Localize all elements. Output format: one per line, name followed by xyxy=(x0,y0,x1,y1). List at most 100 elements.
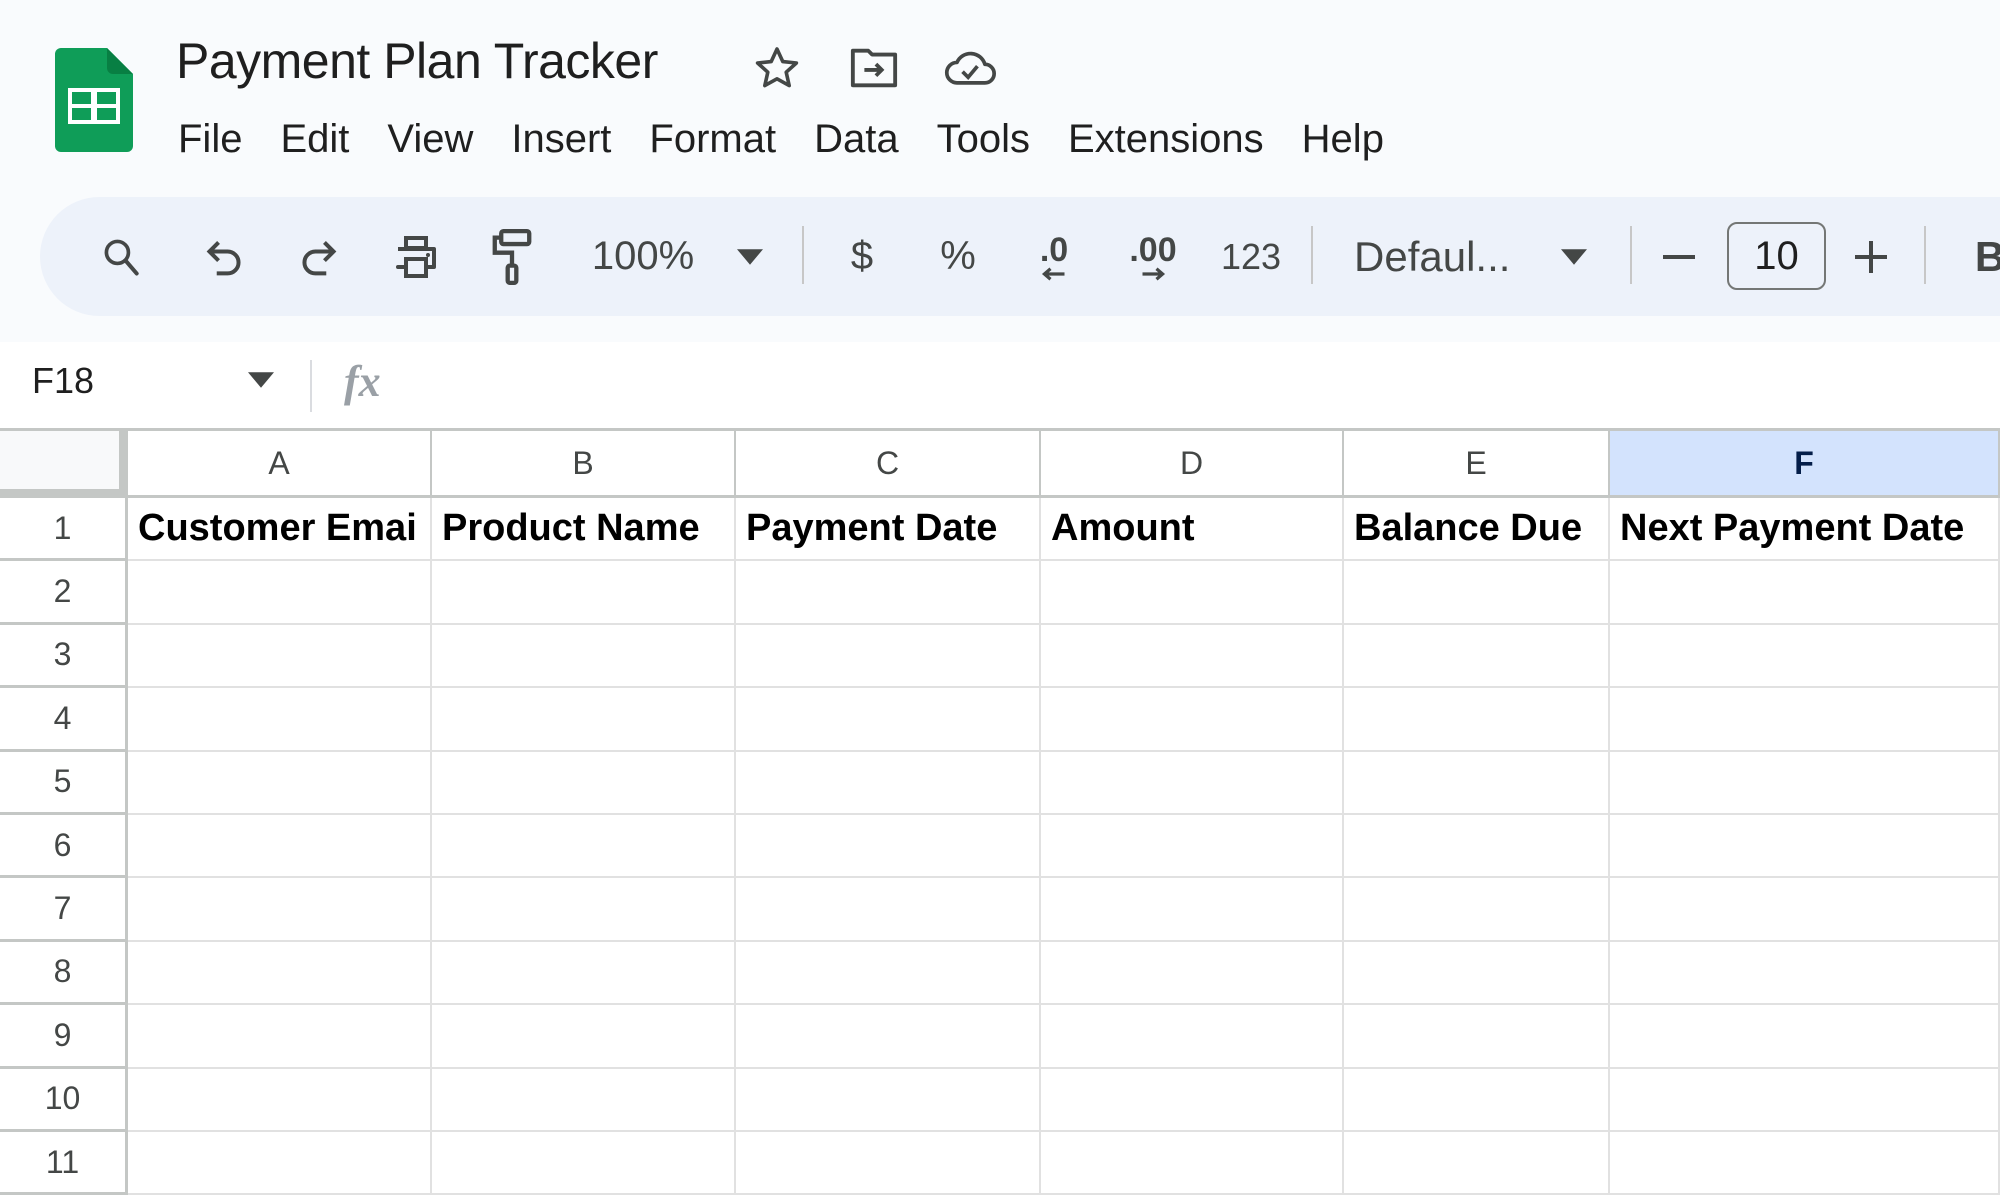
cell-b8[interactable] xyxy=(432,941,736,1006)
cell-a7[interactable] xyxy=(128,878,432,942)
row-header[interactable]: 5 xyxy=(0,751,128,815)
column-header-b[interactable]: B xyxy=(432,428,736,498)
cell-d6[interactable] xyxy=(1041,815,1344,879)
search-menus-button[interactable] xyxy=(94,197,150,316)
cell-f2[interactable] xyxy=(1610,561,2000,625)
menu-file[interactable]: File xyxy=(160,117,261,162)
format-percent-button[interactable]: % xyxy=(936,197,980,316)
cell-e7[interactable] xyxy=(1344,878,1610,942)
cell-f3[interactable] xyxy=(1610,624,2000,689)
cell-b3[interactable] xyxy=(432,624,736,689)
menu-data[interactable]: Data xyxy=(795,117,918,162)
row-header[interactable]: 11 xyxy=(0,1132,128,1196)
cell-c2[interactable] xyxy=(736,561,1041,625)
cell-d8[interactable] xyxy=(1041,941,1344,1006)
cell-c6[interactable] xyxy=(736,815,1041,879)
cell-f5[interactable] xyxy=(1610,751,2000,815)
cell-f7[interactable] xyxy=(1610,878,2000,942)
cell-b2[interactable] xyxy=(432,561,736,625)
cell-a11[interactable] xyxy=(128,1132,432,1196)
row-header[interactable]: 3 xyxy=(0,624,128,689)
menu-tools[interactable]: Tools xyxy=(918,117,1049,162)
cell-a1[interactable]: Customer Emai xyxy=(128,498,432,562)
column-header-e[interactable]: E xyxy=(1344,428,1610,498)
cell-a9[interactable] xyxy=(128,1005,432,1069)
menu-format[interactable]: Format xyxy=(630,117,795,162)
cell-d4[interactable] xyxy=(1041,688,1344,752)
cell-b6[interactable] xyxy=(432,815,736,879)
cell-c3[interactable] xyxy=(736,624,1041,689)
increase-font-size-button[interactable] xyxy=(1846,197,1896,316)
cell-c4[interactable] xyxy=(736,688,1041,752)
cell-d3[interactable] xyxy=(1041,624,1344,689)
cell-c10[interactable] xyxy=(736,1068,1041,1132)
cell-e2[interactable] xyxy=(1344,561,1610,625)
cell-c1[interactable]: Payment Date xyxy=(736,498,1041,562)
cell-e5[interactable] xyxy=(1344,751,1610,815)
cell-c7[interactable] xyxy=(736,878,1041,942)
cell-d7[interactable] xyxy=(1041,878,1344,942)
undo-button[interactable] xyxy=(197,197,251,316)
redo-button[interactable] xyxy=(292,197,346,316)
cell-a4[interactable] xyxy=(128,688,432,752)
zoom-select[interactable]: 100% xyxy=(578,197,708,316)
cell-a6[interactable] xyxy=(128,815,432,879)
row-header[interactable]: 7 xyxy=(0,878,128,942)
cell-a8[interactable] xyxy=(128,941,432,1006)
format-currency-button[interactable]: $ xyxy=(840,197,884,316)
cell-b1[interactable]: Product Name xyxy=(432,498,736,562)
decrease-decimal-button[interactable]: .0 xyxy=(1024,197,1084,316)
cell-e6[interactable] xyxy=(1344,815,1610,879)
cell-a3[interactable] xyxy=(128,624,432,689)
cell-b4[interactable] xyxy=(432,688,736,752)
name-box[interactable]: F18 xyxy=(32,360,94,402)
move-to-folder-icon[interactable] xyxy=(848,42,900,94)
cell-a2[interactable] xyxy=(128,561,432,625)
cell-e10[interactable] xyxy=(1344,1068,1610,1132)
zoom-dropdown[interactable] xyxy=(728,197,772,316)
cell-e11[interactable] xyxy=(1344,1132,1610,1196)
cell-e4[interactable] xyxy=(1344,688,1610,752)
cell-b11[interactable] xyxy=(432,1132,736,1196)
cell-f10[interactable] xyxy=(1610,1068,2000,1132)
row-header[interactable]: 9 xyxy=(0,1005,128,1069)
increase-decimal-button[interactable]: .00 xyxy=(1120,197,1186,316)
font-size-input[interactable]: 10 xyxy=(1727,222,1826,290)
cell-f6[interactable] xyxy=(1610,815,2000,879)
more-formats-button[interactable]: 123 xyxy=(1216,197,1286,316)
row-header[interactable]: 2 xyxy=(0,561,128,625)
star-icon[interactable] xyxy=(751,42,803,94)
menu-extensions[interactable]: Extensions xyxy=(1049,117,1283,162)
row-header[interactable]: 6 xyxy=(0,815,128,879)
cell-d2[interactable] xyxy=(1041,561,1344,625)
cell-d9[interactable] xyxy=(1041,1005,1344,1069)
column-header-a[interactable]: A xyxy=(128,428,432,498)
menu-view[interactable]: View xyxy=(368,117,492,162)
menu-edit[interactable]: Edit xyxy=(261,117,368,162)
cell-f8[interactable] xyxy=(1610,941,2000,1006)
cell-b9[interactable] xyxy=(432,1005,736,1069)
decrease-font-size-button[interactable] xyxy=(1654,197,1704,316)
select-all-corner[interactable] xyxy=(0,428,128,498)
font-family-dropdown[interactable] xyxy=(1552,197,1596,316)
row-header[interactable]: 10 xyxy=(0,1068,128,1132)
paint-format-button[interactable] xyxy=(484,197,540,316)
cell-d11[interactable] xyxy=(1041,1132,1344,1196)
column-header-f[interactable]: F xyxy=(1610,428,2000,498)
formula-input[interactable] xyxy=(420,352,1980,418)
cell-e8[interactable] xyxy=(1344,941,1610,1006)
menu-insert[interactable]: Insert xyxy=(492,117,630,162)
cell-f9[interactable] xyxy=(1610,1005,2000,1069)
cell-f1[interactable]: Next Payment Date xyxy=(1610,498,2000,562)
menu-help[interactable]: Help xyxy=(1283,117,1403,162)
cell-b5[interactable] xyxy=(432,751,736,815)
column-header-c[interactable]: C xyxy=(736,428,1041,498)
cell-d10[interactable] xyxy=(1041,1068,1344,1132)
document-title[interactable]: Payment Plan Tracker xyxy=(176,32,658,90)
cell-c5[interactable] xyxy=(736,751,1041,815)
row-header[interactable]: 4 xyxy=(0,688,128,752)
name-box-dropdown[interactable] xyxy=(248,372,274,393)
cell-b7[interactable] xyxy=(432,878,736,942)
row-header[interactable]: 1 xyxy=(0,498,128,562)
cell-e3[interactable] xyxy=(1344,624,1610,689)
